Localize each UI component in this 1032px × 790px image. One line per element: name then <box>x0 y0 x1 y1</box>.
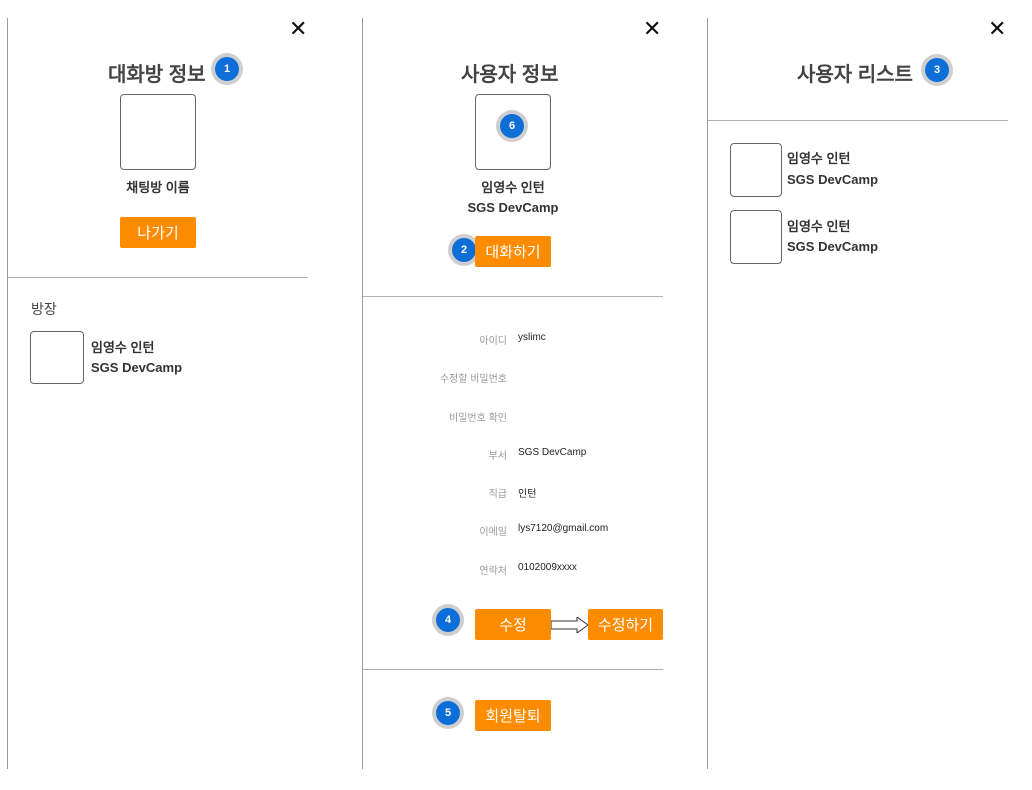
field-value-id: yslimc <box>518 332 546 343</box>
owner-name: 임영수 인턴 <box>91 340 155 355</box>
chat-room-info-title: 대화방 정보 <box>108 64 206 86</box>
user-name: 임영수 인턴 <box>481 180 545 195</box>
owner-avatar <box>30 331 84 384</box>
user-list-name: 임영수 인턴 <box>787 219 851 234</box>
field-label-department: 부서 <box>488 451 507 462</box>
close-icon[interactable]: ✕ <box>289 18 307 40</box>
close-icon[interactable]: ✕ <box>988 18 1006 40</box>
start-chat-button[interactable]: 대화하기 <box>475 236 551 267</box>
user-info-panel: ✕ 사용자 정보 6 임영수 인턴 SGS DevCamp 2 대화하기 아이디… <box>362 18 708 769</box>
field-value-phone: 0102009xxxx <box>518 562 577 573</box>
close-icon[interactable]: ✕ <box>643 18 661 40</box>
owner-heading: 방장 <box>31 301 57 317</box>
divider <box>363 669 663 670</box>
step-badge-6: 6 <box>500 114 524 138</box>
step-badge-3: 3 <box>925 58 949 82</box>
chat-room-name: 채팅방 이름 <box>126 180 190 195</box>
user-list-title: 사용자 리스트 <box>797 64 913 86</box>
user-list-avatar <box>730 210 782 264</box>
divider <box>708 120 1008 121</box>
owner-org: SGS DevCamp <box>91 360 183 375</box>
field-label-email: 이메일 <box>479 527 507 538</box>
step-badge-5: 5 <box>436 701 460 725</box>
user-list-avatar <box>730 143 782 197</box>
user-list-name: 임영수 인턴 <box>787 151 851 166</box>
divider <box>8 277 308 278</box>
user-list-org: SGS DevCamp <box>787 239 879 254</box>
field-label-id: 아이디 <box>479 336 507 347</box>
arrow-right-icon <box>551 617 589 633</box>
chat-room-info-panel: ✕ 대화방 정보 1 채팅방 이름 나가기 방장 임영수 인턴 SGS DevC… <box>7 18 363 769</box>
withdraw-button[interactable]: 회원탈퇴 <box>475 700 551 731</box>
field-label-password-confirm: 비밀번호 확인 <box>449 413 507 424</box>
step-badge-2: 2 <box>452 238 476 262</box>
step-badge-4: 4 <box>436 608 460 632</box>
user-org: SGS DevCamp <box>467 200 559 215</box>
field-value-position: 인턴 <box>518 489 537 500</box>
divider <box>363 296 663 297</box>
field-value-department: SGS DevCamp <box>518 447 587 458</box>
save-edit-button[interactable]: 수정하기 <box>588 609 663 640</box>
leave-button[interactable]: 나가기 <box>120 217 196 248</box>
chat-room-avatar <box>120 94 196 170</box>
user-info-title: 사용자 정보 <box>461 64 559 86</box>
field-label-phone: 연락처 <box>479 566 507 577</box>
user-list-panel: ✕ 사용자 리스트 3 임영수 인턴 SGS DevCamp 임영수 인턴 SG… <box>707 18 1032 769</box>
field-label-new-password: 수정할 비밀번호 <box>439 374 507 385</box>
field-value-email: lys7120@gmail.com <box>518 523 609 534</box>
user-list-org: SGS DevCamp <box>787 172 879 187</box>
step-badge-1: 1 <box>215 57 239 81</box>
edit-button[interactable]: 수정 <box>475 609 551 640</box>
field-label-position: 직급 <box>488 489 507 500</box>
